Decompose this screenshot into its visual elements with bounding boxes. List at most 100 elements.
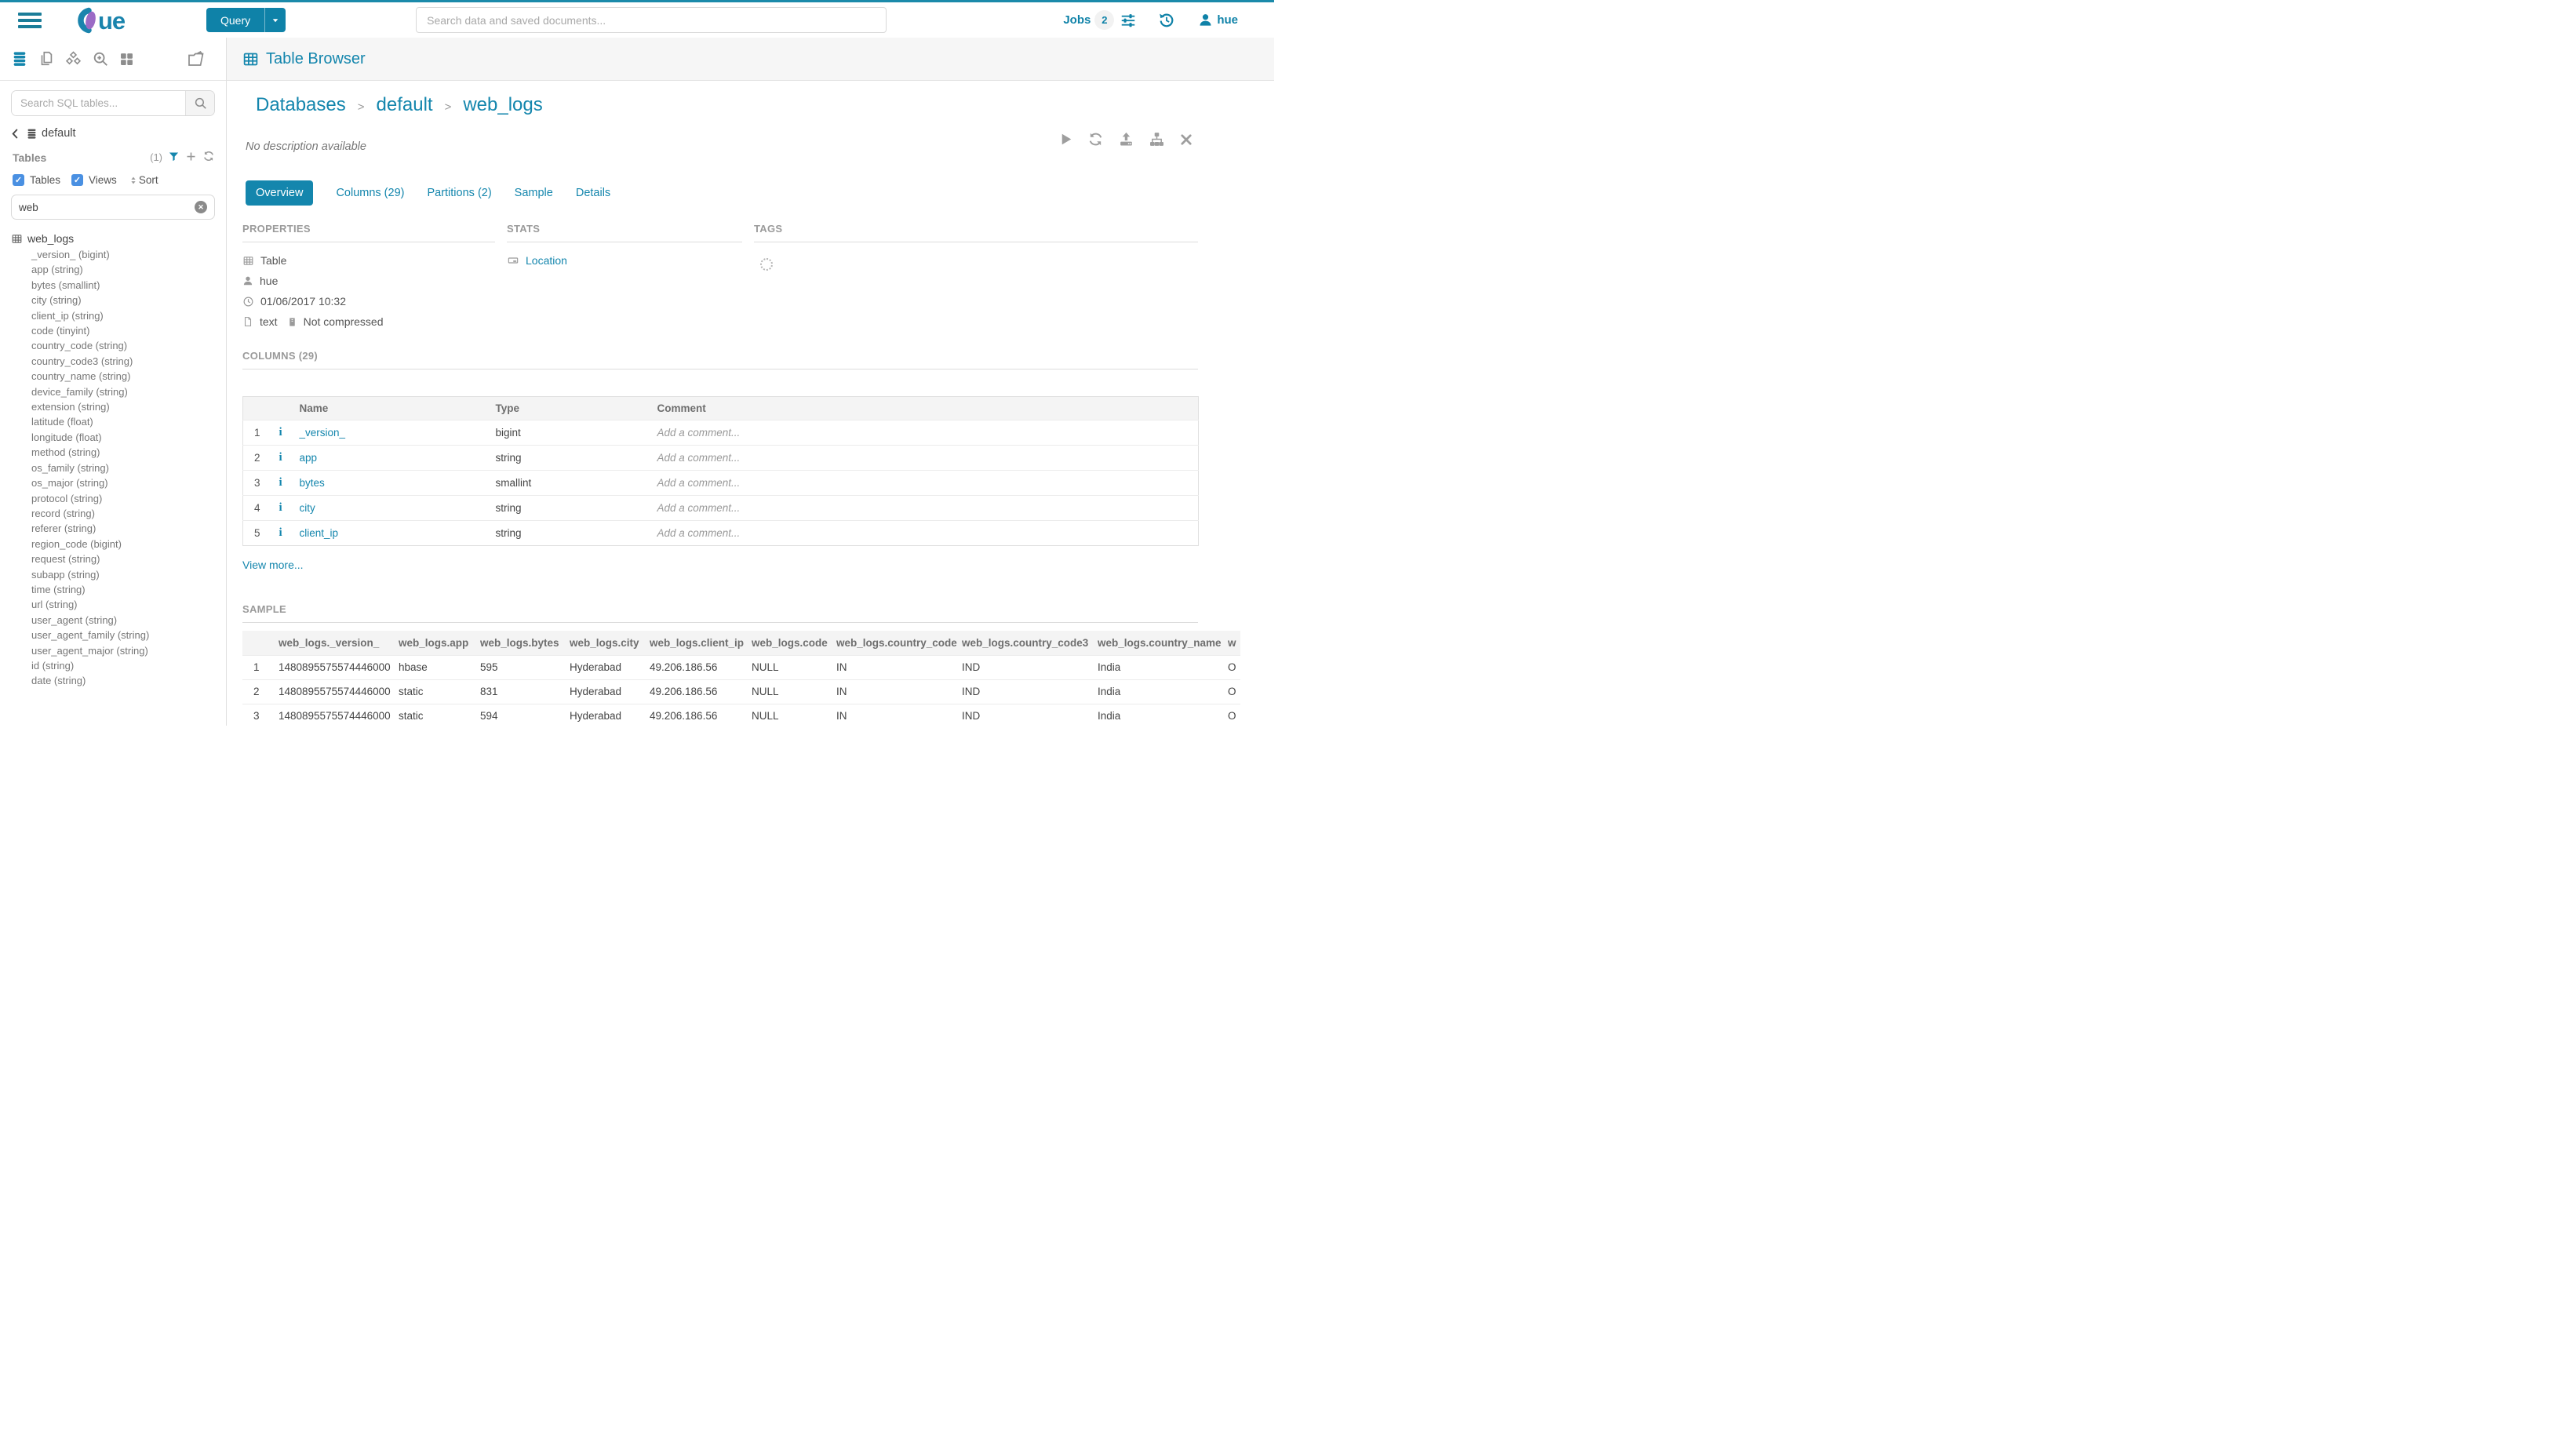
tree-column-item[interactable]: client_ip (string) [11, 308, 226, 323]
tree-column-item[interactable]: device_family (string) [11, 384, 226, 399]
column-comment-placeholder[interactable]: Add a comment... [657, 477, 741, 489]
query-button[interactable]: Query [206, 8, 286, 32]
chevron-left-icon[interactable] [9, 128, 21, 140]
column-name-link[interactable]: city [300, 502, 315, 514]
tree-column-item[interactable]: subapp (string) [11, 567, 226, 582]
hamburger-menu-icon[interactable] [18, 9, 42, 31]
column-info-icon[interactable]: i [279, 526, 282, 539]
sort-label[interactable]: Sort [139, 174, 158, 186]
sample-header: web_logs.bytes [480, 631, 570, 655]
sliders-icon[interactable] [1120, 12, 1137, 29]
tree-column-item[interactable]: os_major (string) [11, 475, 226, 490]
query-button-label[interactable]: Query [206, 8, 265, 32]
tables-checkbox-label[interactable]: Tables [30, 174, 60, 186]
column-info-icon[interactable]: i [279, 426, 282, 439]
tree-column-item[interactable]: protocol (string) [11, 491, 226, 506]
username-label[interactable]: hue [1217, 13, 1238, 27]
sql-tables-search-input[interactable] [12, 91, 185, 115]
add-table-plus-icon[interactable] [185, 151, 197, 165]
tree-column-item[interactable]: record (string) [11, 506, 226, 521]
tree-column-item[interactable]: user_agent_major (string) [11, 643, 226, 658]
compression-status: Not compressed [304, 315, 384, 328]
database-name[interactable]: default [42, 127, 76, 140]
tree-column-item[interactable]: country_code3 (string) [11, 354, 226, 369]
tree-column-item[interactable]: referer (string) [11, 521, 226, 536]
tree-column-item[interactable]: latitude (float) [11, 414, 226, 429]
query-dropdown-caret-icon[interactable] [265, 8, 286, 32]
database-breadcrumb[interactable]: default [9, 127, 215, 140]
refresh-tables-icon[interactable] [202, 150, 215, 165]
views-checkbox[interactable] [71, 174, 83, 186]
column-name-link[interactable]: app [300, 452, 318, 464]
column-info-icon[interactable]: i [279, 451, 282, 464]
breadcrumb-web-logs[interactable]: web_logs [463, 94, 542, 116]
view-more-link[interactable]: View more... [242, 559, 304, 571]
documents-assist-icon[interactable] [38, 50, 55, 67]
filter-funnel-icon[interactable] [168, 151, 180, 165]
close-icon[interactable] [1179, 133, 1193, 147]
refresh-icon[interactable] [1087, 131, 1104, 147]
tree-column-item[interactable]: region_code (bigint) [11, 537, 226, 551]
cubes-assist-icon[interactable] [64, 50, 82, 68]
sample-header: web_logs.country_name [1098, 631, 1228, 655]
column-comment-placeholder[interactable]: Add a comment... [657, 502, 741, 514]
sample-table-scroll-area[interactable]: web_logs._version_ web_logs.app web_logs… [242, 631, 1240, 728]
sort-toggle[interactable]: Sort [128, 174, 158, 186]
tab-details[interactable]: Details [576, 187, 610, 199]
main-content: Table Browser Databases > default > web_… [227, 38, 1274, 726]
hue-logo[interactable]: ue [70, 7, 145, 34]
query-play-icon[interactable] [1058, 132, 1073, 147]
location-link[interactable]: Location [526, 254, 567, 267]
tree-column-item[interactable]: os_family (string) [11, 460, 226, 475]
tab-columns[interactable]: Columns (29) [336, 187, 404, 199]
tree-column-item[interactable]: city (string) [11, 293, 226, 308]
search-plus-assist-icon[interactable] [92, 50, 109, 67]
column-name-link[interactable]: bytes [300, 477, 325, 489]
tree-column-item[interactable]: method (string) [11, 445, 226, 460]
column-name-link[interactable]: client_ip [300, 527, 339, 539]
column-name-link[interactable]: _version_ [300, 427, 346, 439]
tab-sample[interactable]: Sample [515, 187, 553, 199]
upload-icon[interactable] [1118, 131, 1134, 147]
tree-column-item[interactable]: user_agent_family (string) [11, 628, 226, 642]
table-filter-input[interactable] [19, 202, 195, 213]
tab-partitions[interactable]: Partitions (2) [427, 187, 491, 199]
tree-column-item[interactable]: user_agent (string) [11, 613, 226, 628]
apps-grid-assist-icon[interactable] [118, 51, 135, 67]
column-info-icon[interactable]: i [279, 476, 282, 489]
tree-table-name[interactable]: web_logs [27, 232, 74, 245]
column-info-icon[interactable]: i [279, 501, 282, 514]
breadcrumb-databases[interactable]: Databases [256, 94, 346, 116]
column-comment-placeholder[interactable]: Add a comment... [657, 527, 741, 539]
folder-assist-icon[interactable] [187, 49, 206, 68]
views-checkbox-label[interactable]: Views [89, 174, 117, 186]
column-comment-placeholder[interactable]: Add a comment... [657, 452, 741, 464]
jobs-count-badge[interactable]: 2 [1094, 10, 1114, 30]
clear-filter-icon[interactable] [195, 201, 207, 213]
sql-tables-search-button[interactable] [185, 91, 214, 115]
sitemap-icon[interactable] [1149, 131, 1165, 147]
tree-item-web-logs[interactable]: web_logs [11, 232, 226, 245]
tables-checkbox[interactable] [13, 174, 24, 186]
breadcrumb-default[interactable]: default [377, 94, 433, 116]
tree-column-item[interactable]: _version_ (bigint) [11, 247, 226, 262]
tree-column-item[interactable]: extension (string) [11, 399, 226, 414]
database-assist-icon[interactable] [11, 50, 28, 67]
user-icon[interactable] [1198, 13, 1213, 27]
jobs-link[interactable]: Jobs [1063, 13, 1091, 27]
tree-column-item[interactable]: longitude (float) [11, 430, 226, 445]
tree-column-item[interactable]: app (string) [11, 262, 226, 277]
global-search-input[interactable] [416, 7, 887, 33]
tree-column-item[interactable]: url (string) [11, 597, 226, 612]
column-comment-placeholder[interactable]: Add a comment... [657, 427, 741, 439]
tree-column-item[interactable]: code (tinyint) [11, 323, 226, 338]
tab-overview[interactable]: Overview [246, 180, 313, 206]
tree-column-item[interactable]: country_code (string) [11, 338, 226, 353]
tree-column-item[interactable]: country_name (string) [11, 369, 226, 384]
history-icon[interactable] [1158, 12, 1175, 29]
tree-column-item[interactable]: bytes (smallint) [11, 278, 226, 293]
tree-column-item[interactable]: time (string) [11, 582, 226, 597]
tree-column-item[interactable]: date (string) [11, 673, 226, 688]
tree-column-item[interactable]: request (string) [11, 551, 226, 566]
tree-column-item[interactable]: id (string) [11, 658, 226, 673]
